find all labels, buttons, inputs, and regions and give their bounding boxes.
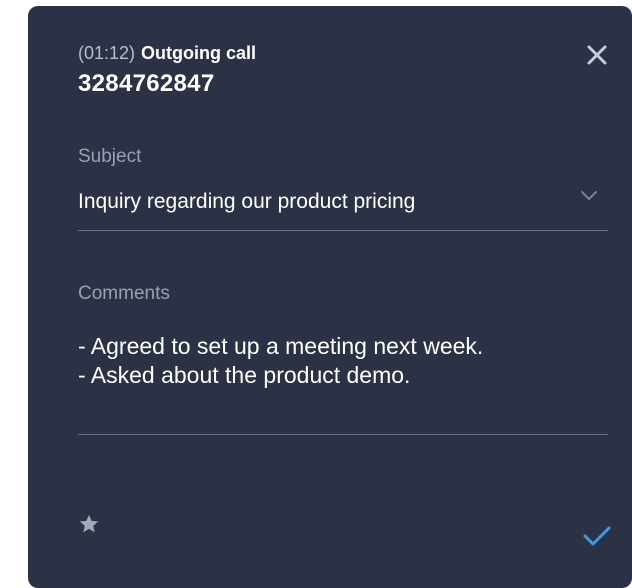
checkmark-icon	[583, 526, 611, 546]
close-icon	[587, 45, 607, 65]
call-status-line: (01:12) Outgoing call	[78, 42, 256, 64]
subject-value: Inquiry regarding our product pricing	[78, 190, 416, 213]
subject-label: Subject	[78, 146, 142, 167]
call-log-panel: (01:12) Outgoing call 3284762847 Subject …	[28, 6, 632, 588]
comments-label: Comments	[78, 283, 170, 304]
comment-line: - Asked about the product demo.	[78, 362, 411, 388]
comment-line: - Agreed to set up a meeting next week.	[78, 333, 484, 359]
chevron-down-icon	[581, 191, 597, 200]
phone-number: 3284762847	[78, 70, 215, 97]
subject-dropdown[interactable]: Inquiry regarding our product pricing	[78, 178, 608, 231]
call-header: (01:12) Outgoing call 3284762847	[78, 42, 256, 98]
comments-textarea[interactable]: - Agreed to set up a meeting next week. …	[78, 332, 608, 435]
close-button[interactable]	[584, 42, 610, 68]
call-type: Outgoing call	[141, 43, 257, 63]
favorite-button[interactable]	[78, 513, 100, 535]
star-icon	[79, 514, 99, 533]
call-timer: (01:12)	[78, 43, 136, 63]
save-button[interactable]	[582, 524, 612, 548]
